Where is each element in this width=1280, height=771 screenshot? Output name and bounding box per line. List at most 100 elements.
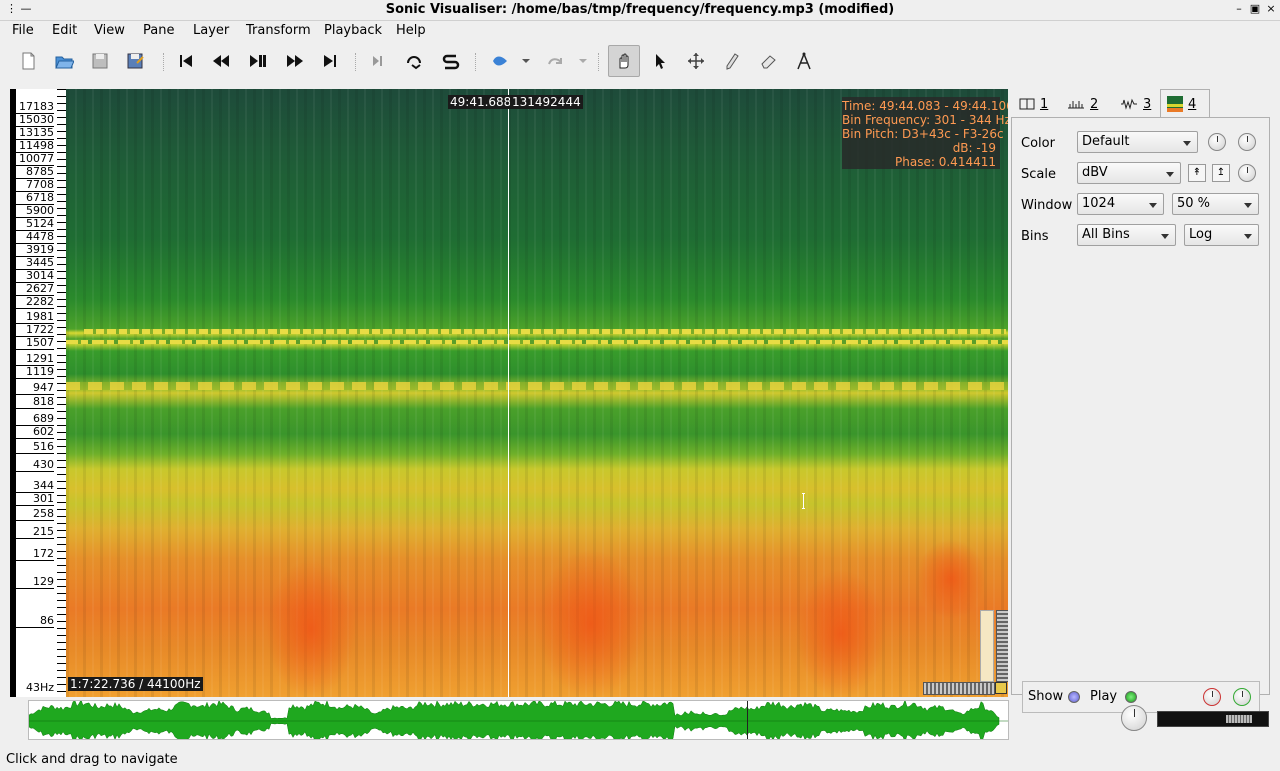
- select-tool-button[interactable]: [645, 46, 675, 76]
- frequency-tick-label: 129: [16, 576, 54, 589]
- layer-pan-knob[interactable]: [1233, 688, 1251, 706]
- layer-gain-knob[interactable]: [1203, 688, 1221, 706]
- show-toggle[interactable]: [1068, 691, 1080, 703]
- frequency-tick-label: 215: [16, 526, 54, 539]
- loop-icon: [407, 56, 421, 70]
- normalize-columns-button[interactable]: ↟: [1188, 164, 1206, 182]
- frequency-tick-label: 430: [16, 459, 54, 472]
- vertical-zoom-thumbwheel[interactable]: [996, 610, 1008, 682]
- overview-position-marker: [747, 701, 748, 739]
- rewind-start-button[interactable]: [171, 46, 201, 76]
- horizontal-zoom-thumbwheel[interactable]: [923, 682, 995, 695]
- minimize-icon[interactable]: –: [1232, 2, 1246, 15]
- tab-3[interactable]: 3: [1114, 91, 1157, 117]
- zoom-reset-button[interactable]: [995, 682, 1007, 694]
- menu-playback[interactable]: Playback: [324, 23, 382, 38]
- redo-button[interactable]: [541, 46, 571, 76]
- gain-knob[interactable]: [1238, 133, 1256, 151]
- menu-edit[interactable]: Edit: [52, 23, 77, 38]
- window-overlap-select[interactable]: 50 %: [1172, 193, 1259, 215]
- window-size-select[interactable]: 1024: [1077, 193, 1164, 215]
- redo-history-dropdown[interactable]: [572, 46, 594, 76]
- menu-transform[interactable]: Transform: [246, 23, 311, 38]
- bin-scale-select[interactable]: Log: [1184, 224, 1259, 246]
- undo-history-dropdown[interactable]: [515, 46, 537, 76]
- compass-icon: [797, 52, 811, 70]
- color-rotation-knob[interactable]: [1238, 164, 1256, 182]
- frequency-tick-label: 2282: [16, 296, 54, 309]
- info-bin-pitch: Bin Pitch: D3+43c - F3-26c: [842, 127, 1004, 141]
- cursor-time-label: 49:41.688: [448, 95, 514, 109]
- frequency-scale: 17183 15030 13135 11498 10077 8785 7708 6718 590…: [10, 89, 66, 697]
- layer-properties: Color Default Scale dBV ↟ ↥ Window 1024 …: [1011, 117, 1270, 713]
- close-icon[interactable]: ×: [1264, 2, 1278, 15]
- menu-help[interactable]: Help: [396, 23, 426, 38]
- bins-label: Bins: [1021, 229, 1049, 244]
- align-button[interactable]: [485, 46, 515, 76]
- menu-view[interactable]: View: [94, 23, 125, 38]
- toolbar-separator: [598, 53, 601, 71]
- erase-tool-button[interactable]: [753, 46, 783, 76]
- level-meter: [1157, 711, 1269, 727]
- hand-icon: [619, 53, 629, 69]
- frequency-tick-label: 86: [16, 615, 54, 628]
- layer-tabs: 1 2 3 4: [1011, 89, 1270, 118]
- menu-bar: File Edit View Pane Layer Transform Play…: [0, 21, 1280, 41]
- arrow-cursor-icon: [656, 54, 665, 69]
- open-button[interactable]: [49, 46, 79, 76]
- skip-start-icon: [180, 55, 192, 67]
- scale-select[interactable]: dBV: [1077, 162, 1181, 184]
- pencil-icon: [726, 53, 739, 70]
- scale-label: Scale: [1021, 167, 1056, 182]
- cursor-frame-label: 131492444: [510, 95, 583, 109]
- spectrogram-image[interactable]: [66, 89, 1008, 697]
- play-selection-button[interactable]: [363, 46, 393, 76]
- playback-cursor[interactable]: [508, 89, 509, 697]
- play-pause-button[interactable]: [243, 46, 273, 76]
- save-as-button[interactable]: [120, 46, 150, 76]
- tab-1[interactable]: 1: [1013, 91, 1054, 117]
- move-tool-button[interactable]: [681, 46, 711, 76]
- rewind-button[interactable]: [206, 46, 236, 76]
- spectrogram-pane[interactable]: 17183 15030 13135 11498 10077 8785 7708 6718 590…: [10, 89, 1008, 697]
- ruler-icon: [1068, 101, 1084, 109]
- fast-forward-end-button[interactable]: [315, 46, 345, 76]
- master-volume-knob[interactable]: [1121, 705, 1147, 731]
- window-title: Sonic Visualiser: /home/bas/tmp/frequenc…: [385, 2, 895, 17]
- frequency-tick-label: 1507: [16, 337, 54, 350]
- window-label: Window: [1021, 198, 1073, 213]
- menu-file[interactable]: File: [12, 23, 34, 38]
- align-icon: [493, 56, 507, 66]
- toolbar-separator: [163, 53, 166, 71]
- vertical-zoom-track[interactable]: [980, 610, 994, 682]
- menu-pane[interactable]: Pane: [143, 23, 174, 38]
- bins-select[interactable]: All Bins: [1077, 224, 1176, 246]
- save-icon: [92, 53, 108, 69]
- navigate-tool-button[interactable]: [608, 45, 640, 77]
- maximize-icon[interactable]: ▣: [1248, 2, 1262, 15]
- fast-forward-icon: [287, 55, 303, 67]
- threshold-knob[interactable]: [1208, 133, 1226, 151]
- save-button[interactable]: [85, 46, 115, 76]
- waveform-icon: [29, 701, 1008, 739]
- normalize-visible-button[interactable]: ↥: [1212, 164, 1230, 182]
- overview-waveform[interactable]: [28, 700, 1009, 740]
- toolbar-separator: [475, 53, 478, 71]
- solo-button[interactable]: [436, 46, 466, 76]
- new-session-button[interactable]: [13, 46, 43, 76]
- menu-layer[interactable]: Layer: [193, 23, 229, 38]
- info-bin-frequency: Bin Frequency: 301 - 344 Hz: [842, 113, 1008, 127]
- loop-button[interactable]: [399, 46, 429, 76]
- sample-rate-label: 1:7:22.736 / 44100Hz: [68, 677, 203, 691]
- fast-forward-button[interactable]: [280, 46, 310, 76]
- rewind-icon: [213, 55, 229, 67]
- frequency-tick-label: 301: [16, 493, 54, 506]
- play-toggle[interactable]: [1125, 691, 1137, 703]
- color-select[interactable]: Default: [1077, 131, 1198, 153]
- measurement-info-box: Time: 49:44.083 - 49:44.106 Bin Frequenc…: [842, 97, 1008, 169]
- tab-4[interactable]: 4: [1160, 89, 1210, 118]
- measure-tool-button[interactable]: [789, 46, 819, 76]
- tab-2[interactable]: 2: [1061, 91, 1104, 117]
- draw-tool-button[interactable]: [717, 46, 747, 76]
- color-label: Color: [1021, 136, 1055, 151]
